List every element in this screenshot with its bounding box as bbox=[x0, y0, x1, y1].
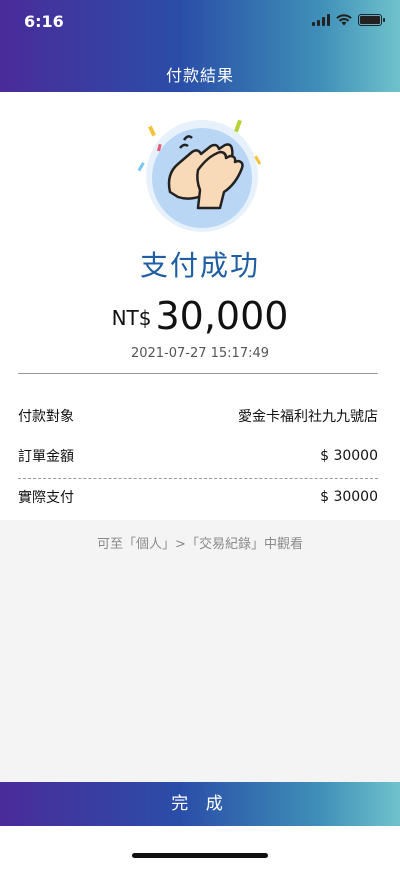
battery-icon bbox=[358, 14, 385, 26]
detail-row-paid-amount: 實際支付 $ 30000 bbox=[18, 482, 378, 512]
detail-row-merchant: 付款對象 愛金卡福利社九九號店 bbox=[18, 401, 378, 431]
detail-label: 付款對象 bbox=[18, 409, 74, 425]
payment-amount: NT$ 30,000 bbox=[0, 294, 400, 338]
detail-label: 訂單金額 bbox=[18, 449, 74, 465]
dashed-divider bbox=[18, 478, 378, 479]
divider bbox=[18, 373, 378, 374]
home-indicator-area bbox=[0, 826, 400, 885]
amount-value: 30,000 bbox=[155, 294, 289, 338]
status-icons bbox=[312, 14, 385, 26]
detail-value: 愛金卡福利社九九號店 bbox=[238, 409, 378, 425]
home-indicator[interactable] bbox=[132, 853, 268, 858]
page-title: 付款結果 bbox=[165, 66, 234, 85]
status-time: 6:16 bbox=[24, 12, 64, 31]
detail-label: 實際支付 bbox=[18, 490, 74, 506]
signal-icon bbox=[312, 14, 330, 26]
result-card: 支付成功 NT$ 30,000 2021-07-27 15:17:49 付款對象 … bbox=[0, 92, 400, 520]
wifi-icon bbox=[336, 14, 352, 26]
payment-success-title: 支付成功 bbox=[139, 249, 260, 282]
currency-label: NT$ bbox=[111, 306, 152, 330]
detail-value: $ 30000 bbox=[320, 489, 378, 505]
status-bar: 6:16 bbox=[0, 0, 400, 44]
detail-value: $ 30000 bbox=[320, 448, 378, 464]
header-bar: 6:16 付款結果 bbox=[0, 0, 400, 92]
done-button[interactable]: 完 成 bbox=[0, 782, 400, 826]
clapping-hands-icon bbox=[137, 119, 262, 232]
history-hint: 可至「個人」>「交易紀錄」中觀看 bbox=[97, 537, 303, 552]
transaction-datetime: 2021-07-27 15:17:49 bbox=[130, 346, 270, 361]
detail-row-order-amount: 訂單金額 $ 30000 bbox=[18, 441, 378, 471]
